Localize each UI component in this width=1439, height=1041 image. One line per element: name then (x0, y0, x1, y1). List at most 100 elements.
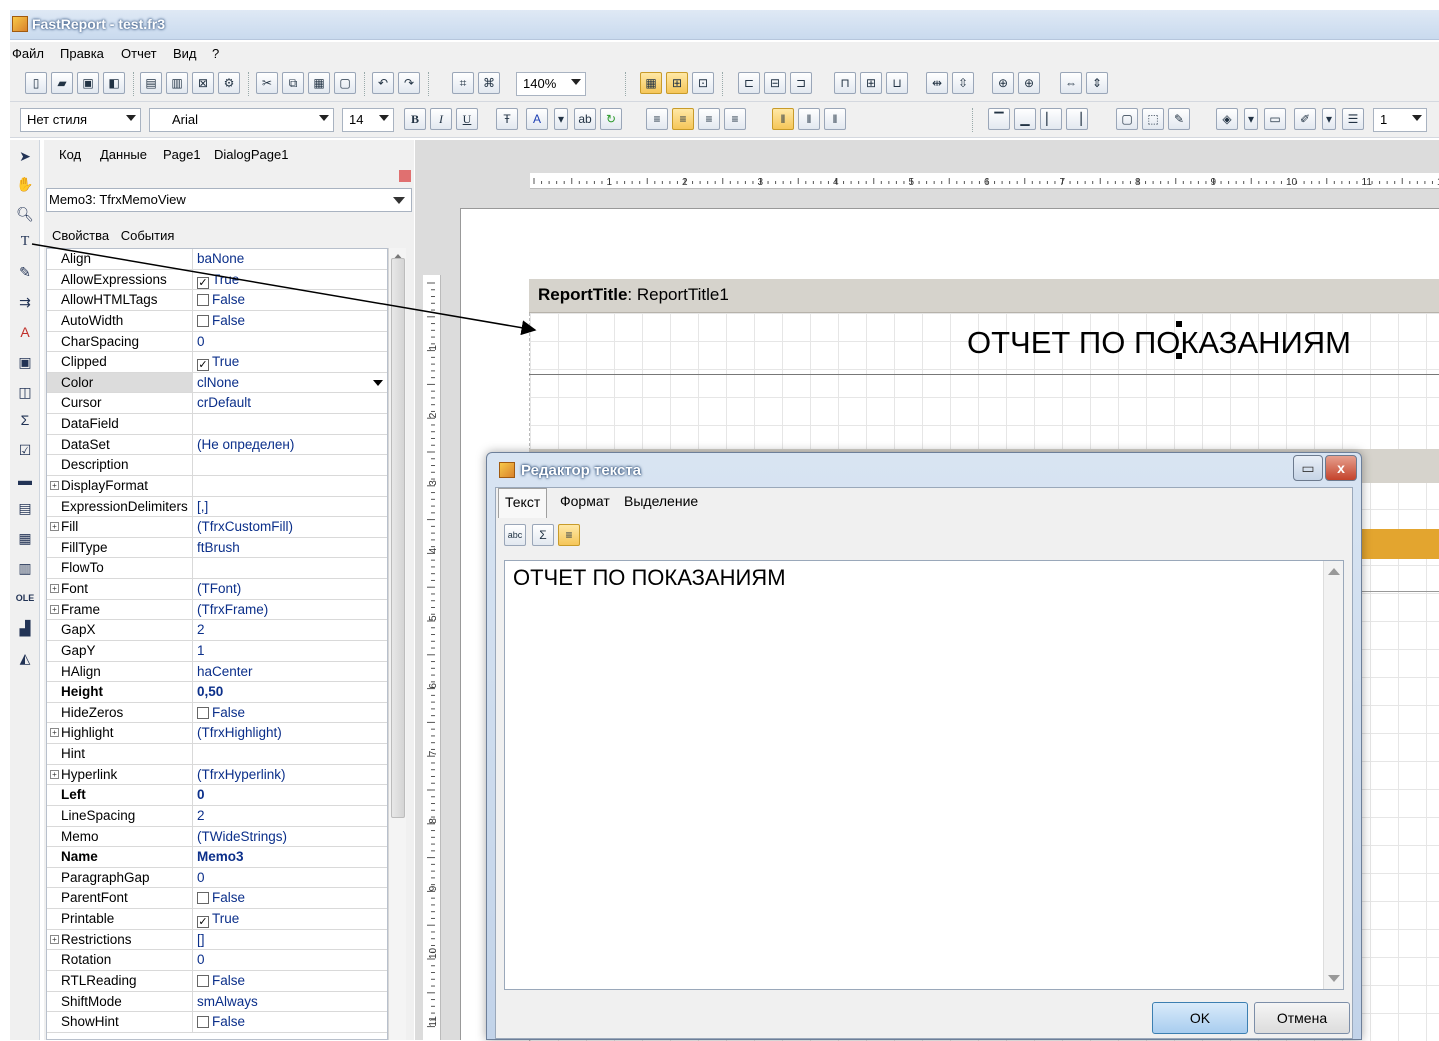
property-row[interactable]: + Font (TFont) (47, 579, 387, 600)
checkbox-icon[interactable] (197, 974, 209, 987)
pin-icon[interactable] (399, 170, 411, 182)
property-row[interactable]: Name Memo3 (47, 847, 387, 868)
menu-report[interactable]: Отчет (121, 46, 157, 61)
frame-all-icon[interactable]: ▢ (1116, 108, 1138, 130)
tab-code[interactable]: Код (59, 147, 81, 162)
chevron-down-icon[interactable] (373, 379, 383, 386)
redo-icon[interactable]: ↷ (398, 72, 420, 94)
same-height-icon[interactable]: ⇕ (1086, 72, 1108, 94)
cancel-button[interactable]: Отмена (1254, 1002, 1350, 1034)
editor-scrollbar[interactable] (1323, 561, 1343, 989)
text-align-center-icon[interactable]: ≡ (672, 108, 694, 130)
property-value[interactable]: (TfrxCustomFill) (195, 517, 387, 537)
expand-icon[interactable]: + (50, 728, 59, 738)
property-value[interactable]: False (195, 311, 387, 331)
property-row[interactable]: ExpressionDelimiters [,] (47, 496, 387, 518)
line-object-icon[interactable]: ▬ (13, 468, 37, 492)
frame-left-icon[interactable]: ▏ (1040, 108, 1062, 130)
space-horizontal-icon[interactable]: ⇹ (926, 72, 948, 94)
undo-icon[interactable]: ↶ (372, 72, 394, 94)
subreport-object-icon[interactable]: ◫ (13, 380, 37, 404)
format-copy-tool-icon[interactable]: ✎ (13, 260, 37, 284)
align-right-icon[interactable]: ⊐ (790, 72, 812, 94)
valign-center-icon[interactable]: ‖ (798, 108, 820, 130)
expand-icon[interactable]: + (50, 604, 59, 614)
property-value[interactable] (195, 414, 387, 434)
property-row[interactable]: + DisplayFormat (47, 475, 387, 497)
checkbox-icon[interactable] (197, 1016, 209, 1029)
property-value[interactable]: False (195, 1012, 387, 1032)
frame-right-icon[interactable]: ▕ (1066, 108, 1088, 130)
zoom-combo[interactable]: 140% (516, 72, 586, 96)
align-bottom-icon[interactable]: ⊔ (886, 72, 908, 94)
memo-text[interactable]: ОТЧЕТ ПО ПОКАЗАНИЯМ (967, 325, 1351, 361)
property-row[interactable]: AutoWidth False (47, 310, 387, 332)
property-value[interactable] (195, 476, 387, 496)
property-value[interactable] (195, 744, 387, 764)
expand-icon[interactable]: + (50, 584, 59, 593)
scroll-up-icon[interactable] (1328, 568, 1340, 575)
property-value[interactable]: 1 (195, 641, 387, 661)
property-row[interactable]: DataSet (Не определен) (47, 434, 387, 456)
property-row[interactable]: + Hyperlink (TfrxHyperlink) (47, 764, 387, 786)
frame-style-icon[interactable]: ☰ (1342, 108, 1364, 130)
property-value[interactable]: Memo3 (195, 847, 387, 867)
open-icon[interactable]: ▰ (51, 72, 73, 94)
property-value[interactable]: ftBrush (195, 538, 387, 558)
center-horizontal-icon[interactable]: ⊕ (992, 72, 1014, 94)
show-grid-icon[interactable]: ▦ (640, 72, 662, 94)
property-row[interactable]: CharSpacing 0 (47, 331, 387, 353)
resize-handle[interactable] (1176, 321, 1182, 327)
frame-color-icon[interactable]: ✐ (1294, 108, 1316, 130)
property-value[interactable]: 0 (195, 332, 387, 352)
property-row[interactable]: + Restrictions[] (47, 929, 387, 951)
rich-text-icon[interactable]: ▤ (13, 496, 37, 520)
object-select[interactable]: Memo3: TfrxMemoView (46, 188, 412, 212)
property-row[interactable]: Printable ✓ True (47, 909, 387, 930)
property-value[interactable]: smAlways (195, 992, 387, 1012)
space-vertical-icon[interactable]: ⇳ (952, 72, 974, 94)
property-value[interactable]: 0 (195, 785, 387, 805)
checkbox-object-icon[interactable]: ☑ (13, 438, 37, 462)
property-row[interactable]: HAlign haCenter (47, 661, 387, 683)
align-middle-icon[interactable]: ⊞ (860, 72, 882, 94)
frame-top-icon[interactable]: ▔ (988, 108, 1010, 130)
property-value[interactable]: 2 (195, 620, 387, 640)
hand-tool-icon[interactable]: ✋ (13, 172, 37, 196)
picture-object-icon[interactable]: ▣ (13, 350, 37, 374)
property-value[interactable]: [,] (195, 497, 387, 517)
chart-object-icon[interactable]: ▟ (13, 616, 37, 640)
cross-tab-icon[interactable]: ▦ (13, 526, 37, 550)
tab-selection[interactable]: Выделение (624, 493, 698, 509)
align-center-icon[interactable]: ⊟ (764, 72, 786, 94)
property-row[interactable]: GapY 1 (47, 640, 387, 662)
tab-properties[interactable]: Свойства (52, 228, 109, 243)
menu-view[interactable]: Вид (173, 46, 197, 61)
property-value[interactable]: 0 (195, 868, 387, 888)
valign-top-icon[interactable]: ‖ (772, 108, 794, 130)
chevron-down-icon[interactable]: ▾ (554, 108, 568, 130)
restore-button[interactable]: ▭ (1293, 455, 1323, 481)
property-row[interactable]: ShiftMode smAlways (47, 991, 387, 1013)
property-row[interactable]: LineSpacing 2 (47, 805, 387, 827)
resize-handle[interactable] (1176, 353, 1182, 359)
rotate-icon[interactable]: ↻ (600, 108, 622, 130)
delete-page-icon[interactable]: ⊠ (192, 72, 214, 94)
fill-color-icon[interactable]: ◈ (1216, 108, 1238, 130)
property-row[interactable]: Description (47, 455, 387, 476)
chevron-down-icon[interactable]: ▾ (1244, 108, 1258, 130)
font-settings-icon[interactable]: Ŧ (496, 108, 518, 130)
expand-icon[interactable]: + (50, 769, 59, 779)
menu-file[interactable]: Файл (12, 46, 44, 61)
insert-expression-icon[interactable]: abc (504, 524, 526, 546)
checkbox-icon[interactable]: ✓ (197, 916, 209, 928)
expand-icon[interactable]: + (50, 480, 59, 490)
checkbox-icon[interactable] (197, 294, 209, 307)
expand-icon[interactable]: + (50, 934, 59, 944)
text-align-left-icon[interactable]: ≡ (646, 108, 668, 130)
property-row[interactable]: AllowHTMLTags False (47, 290, 387, 311)
property-value[interactable]: (Не определен) (195, 435, 387, 455)
same-width-icon[interactable]: ⇔ (1060, 72, 1082, 94)
property-row[interactable]: Align baNone (47, 249, 387, 270)
property-value[interactable]: clNone (195, 373, 387, 393)
